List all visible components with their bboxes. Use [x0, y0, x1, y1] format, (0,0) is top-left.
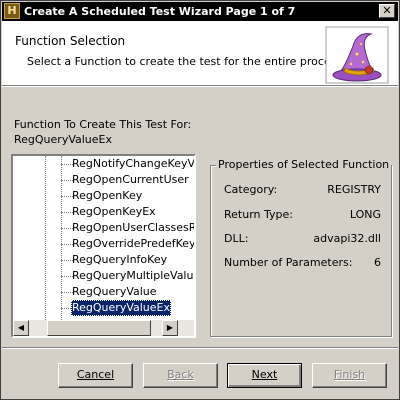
list-item[interactable]: RegOpenUserClassesRoot [71, 220, 194, 236]
close-button[interactable]: ✕ [379, 4, 395, 18]
vertical-scrollbar[interactable]: ▲ ▼ [194, 156, 196, 320]
list-item[interactable]: RegQueryValue [71, 284, 158, 300]
next-button[interactable]: Next [227, 363, 302, 388]
horizontal-scrollbar[interactable]: ◀ ▶ [13, 320, 194, 336]
finish-button-label: Finish [333, 368, 366, 381]
properties-group-title: Properties of Selected Function [216, 158, 392, 171]
header-divider [2, 86, 398, 87]
dll-value: advapi32.dll [313, 232, 381, 245]
wizard-header: Function Selection Select a Function to … [2, 21, 398, 86]
category-label: Category: [224, 183, 278, 196]
cancel-button[interactable]: Cancel [58, 363, 133, 388]
list-item-selected[interactable]: RegQueryValueEx [71, 300, 171, 316]
wizard-hat-icon [325, 26, 389, 84]
list-item[interactable]: RegOpenKey [71, 188, 143, 204]
cancel-button-label: Cancel [76, 368, 115, 381]
parameter-count-value: 6 [374, 256, 381, 269]
function-list[interactable]: RegNotifyChangeKeyValue RegOpenCurrentUs… [11, 154, 196, 338]
list-item[interactable]: RegQueryInfoKey [71, 252, 168, 268]
parameter-count-label: Number of Parameters: [224, 256, 353, 269]
back-button: Back [143, 363, 218, 388]
scroll-right-icon[interactable]: ▶ [162, 320, 178, 336]
dll-label: DLL: [224, 232, 249, 245]
function-value: RegQueryValueEx [14, 133, 112, 146]
back-button-label: Back [167, 368, 194, 381]
return-type-value: LONG [349, 208, 381, 221]
return-type-label: Return Type: [224, 208, 293, 221]
function-label: Function To Create This Test For: [14, 118, 192, 131]
scroll-down-icon[interactable]: ▼ [194, 304, 196, 320]
list-item[interactable]: RegOverridePredefKey [71, 236, 194, 252]
finish-button: Finish [312, 363, 387, 388]
wizard-window: H Create A Scheduled Test Wizard Page 1 … [0, 0, 400, 400]
scroll-up-icon[interactable]: ▲ [194, 156, 196, 172]
scroll-left-icon[interactable]: ◀ [13, 320, 29, 336]
page-subtitle: Select a Function to create the test for… [27, 55, 343, 68]
title-bar[interactable]: H Create A Scheduled Test Wizard Page 1 … [2, 2, 398, 21]
tree-line [45, 156, 46, 320]
horizontal-scroll-thumb[interactable] [47, 320, 151, 336]
list-item[interactable]: RegQueryMultipleValues [71, 268, 194, 284]
category-value: REGISTRY [327, 183, 381, 196]
button-divider-highlight [2, 348, 398, 349]
window-title: Create A Scheduled Test Wizard Page 1 of… [24, 5, 296, 18]
vertical-scroll-thumb[interactable] [194, 244, 196, 268]
list-item[interactable]: RegOpenCurrentUser [71, 172, 190, 188]
page-title: Function Selection [15, 34, 126, 48]
list-item[interactable]: RegOpenKeyEx [71, 204, 157, 220]
list-item[interactable]: RegNotifyChangeKeyValue [71, 156, 194, 172]
next-button-label: Next [251, 368, 278, 381]
app-icon: H [4, 3, 20, 19]
scrollbar-corner [194, 320, 196, 336]
